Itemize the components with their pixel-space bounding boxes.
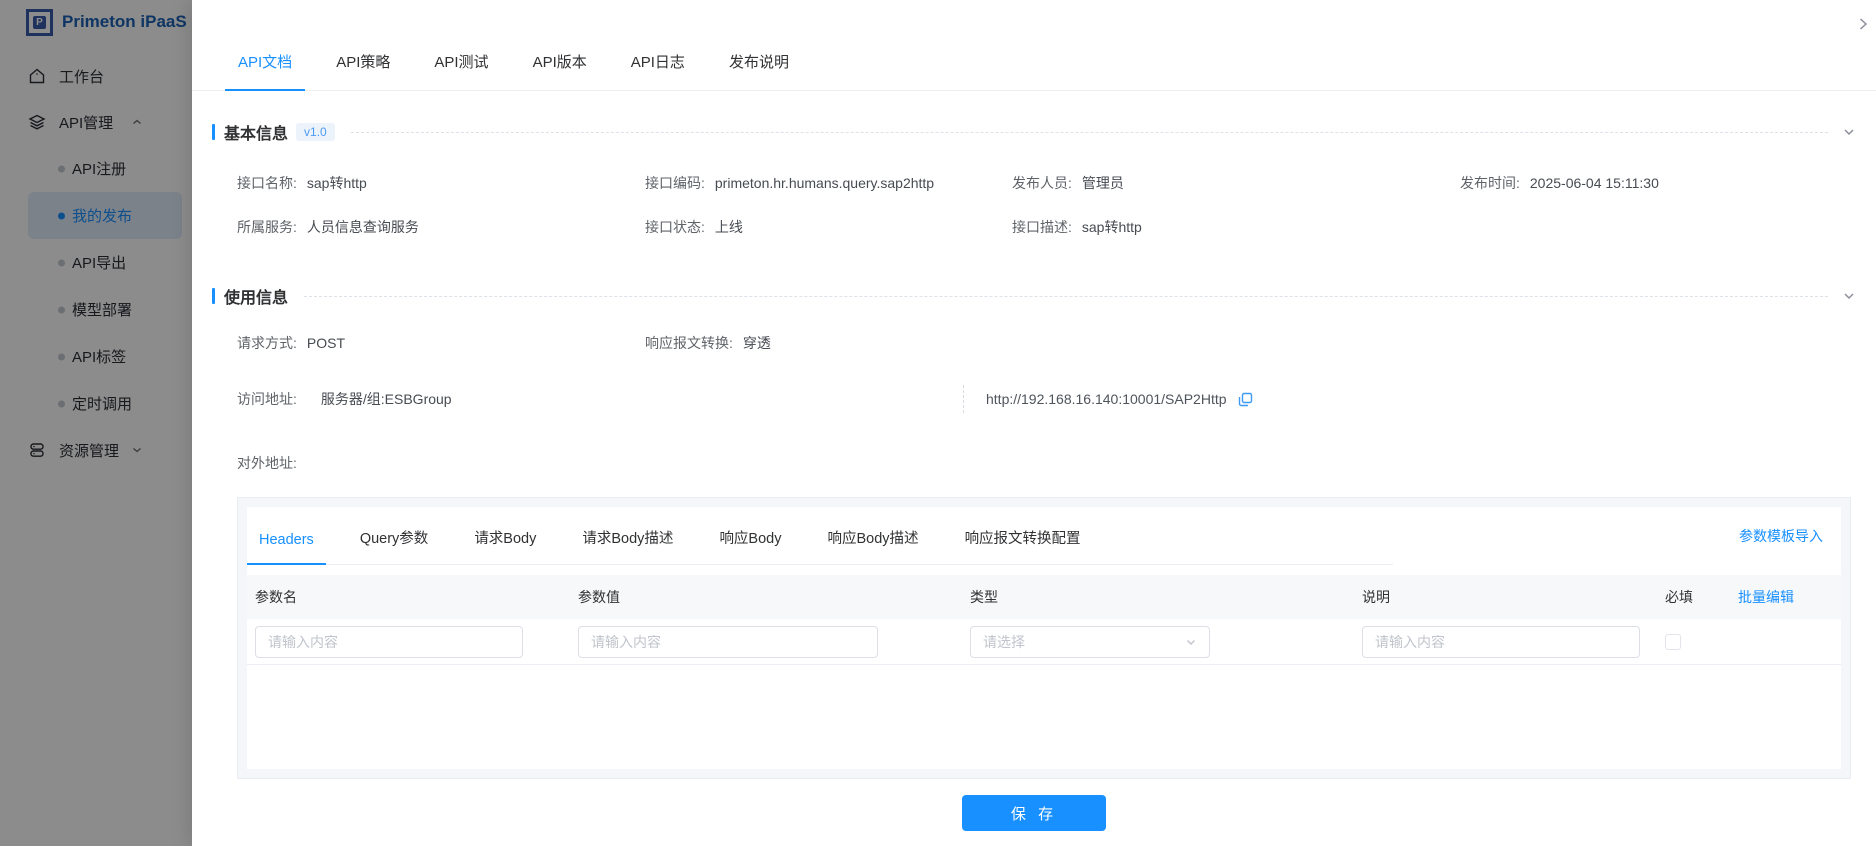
param-type-select[interactable]: 请选择 — [970, 625, 1210, 658]
field-interface-desc: 接口描述: sap转http — [1012, 219, 1142, 235]
version-badge: v1.0 — [296, 123, 335, 141]
field-publish-time: 发布时间: 2025-06-04 15:11:30 — [1460, 175, 1659, 191]
section-accent-bar — [212, 288, 215, 304]
field-external-address: 对外地址: — [237, 455, 297, 471]
section-accent-bar — [212, 124, 215, 140]
access-url: http://192.168.16.140:10001/SAP2Http — [986, 391, 1227, 407]
field-response-transform: 响应报文转换: 穿透 — [645, 335, 771, 351]
param-name-input[interactable] — [255, 625, 523, 658]
section-title: 使用信息 — [224, 290, 289, 307]
parameter-panel: Headers Query参数 请求Body 请求Body描述 响应Body 响… — [237, 497, 1851, 779]
chevron-down-icon[interactable] — [1842, 125, 1856, 139]
tab-request-body[interactable]: 请求Body — [462, 527, 548, 564]
tab-headers[interactable]: Headers — [247, 532, 326, 565]
save-button[interactable]: 保 存 — [962, 795, 1106, 831]
field-interface-status: 接口状态: 上线 — [645, 219, 743, 235]
chevron-right-icon[interactable] — [1855, 16, 1871, 32]
app-root: P Primeton iPaaS 工作台 API管理 API注册 我的发布 AP… — [0, 0, 1876, 846]
tab-bar-filler — [1092, 507, 1393, 565]
save-row: 保 存 — [192, 795, 1876, 831]
vertical-divider — [963, 385, 964, 413]
tab-query-params[interactable]: Query参数 — [348, 527, 441, 564]
batch-edit-link[interactable]: 批量编辑 — [1738, 589, 1794, 605]
section-divider — [304, 295, 1828, 297]
external-address-row: 对外地址: — [192, 441, 1876, 485]
drawer-tab-bar: API文档 API策略 API测试 API版本 API日志 发布说明 — [192, 0, 1876, 91]
tab-response-body[interactable]: 响应Body — [707, 527, 793, 564]
tab-api-version[interactable]: API版本 — [520, 51, 600, 90]
col-type: 类型 — [970, 589, 998, 605]
parameter-tab-bar: Headers Query参数 请求Body 请求Body描述 响应Body 响… — [247, 507, 1841, 565]
field-publisher: 发布人员: 管理员 — [1012, 175, 1124, 191]
basic-info-header: 基本信息 v1.0 — [212, 121, 1856, 143]
col-param-value: 参数值 — [578, 589, 620, 605]
tab-response-body-desc[interactable]: 响应Body描述 — [816, 527, 931, 564]
tab-api-doc[interactable]: API文档 — [225, 51, 306, 91]
field-request-method: 请求方式: POST — [237, 335, 346, 351]
parameter-panel-body: Headers Query参数 请求Body 请求Body描述 响应Body 响… — [247, 507, 1841, 769]
col-param-name: 参数名 — [255, 589, 297, 605]
chevron-down-icon[interactable] — [1842, 289, 1856, 303]
param-table-header: 参数名 参数值 类型 说明 必填 批量编辑 — [247, 575, 1841, 619]
select-arrow-icon — [1187, 639, 1195, 645]
param-desc-input[interactable] — [1362, 625, 1640, 658]
drawer-panel: API文档 API策略 API测试 API版本 API日志 发布说明 基本信息 … — [192, 0, 1876, 846]
required-checkbox[interactable] — [1665, 633, 1681, 650]
param-value-input[interactable] — [578, 625, 878, 658]
section-title: 基本信息 — [224, 126, 289, 143]
usage-info-row-1: 请求方式: POST 响应报文转换: 穿透 — [192, 321, 1876, 365]
field-service: 所属服务: 人员信息查询服务 — [237, 219, 419, 235]
drawer-overlay-mask[interactable] — [0, 0, 192, 846]
field-interface-code: 接口编码: primeton.hr.humans.query.sap2http — [645, 175, 935, 191]
copy-icon[interactable] — [1237, 391, 1254, 408]
parameter-tabs: Headers Query参数 请求Body 请求Body描述 响应Body 响… — [247, 507, 1093, 565]
basic-info-row-1: 接口名称: sap转http 接口编码: primeton.hr.humans.qu… — [192, 161, 1876, 205]
col-required: 必填 — [1665, 589, 1693, 605]
param-template-import-link[interactable]: 参数模板导入 — [1721, 507, 1841, 565]
usage-info-header: 使用信息 — [212, 285, 1856, 307]
tab-api-log[interactable]: API日志 — [618, 51, 698, 90]
basic-info-row-2: 所属服务: 人员信息查询服务 接口状态: 上线 接口描述: sap转http — [192, 205, 1876, 249]
param-table-row: 请选择 — [247, 619, 1841, 665]
tab-response-transform-config[interactable]: 响应报文转换配置 — [953, 527, 1093, 564]
tab-release-notes[interactable]: 发布说明 — [716, 51, 802, 90]
field-access-address: 访问地址: 服务器/组:ESBGroup — [237, 391, 452, 407]
field-interface-name: 接口名称: sap转http — [237, 175, 367, 191]
col-description: 说明 — [1362, 589, 1390, 605]
access-address-row: 访问地址: 服务器/组:ESBGroup http://192.168.16.1… — [192, 371, 1876, 427]
tab-api-test[interactable]: API测试 — [421, 51, 501, 90]
sidebar: P Primeton iPaaS 工作台 API管理 API注册 我的发布 AP… — [0, 0, 192, 846]
tab-api-policy[interactable]: API策略 — [323, 51, 403, 90]
section-divider — [350, 131, 1828, 133]
tab-request-body-desc[interactable]: 请求Body描述 — [570, 527, 685, 564]
